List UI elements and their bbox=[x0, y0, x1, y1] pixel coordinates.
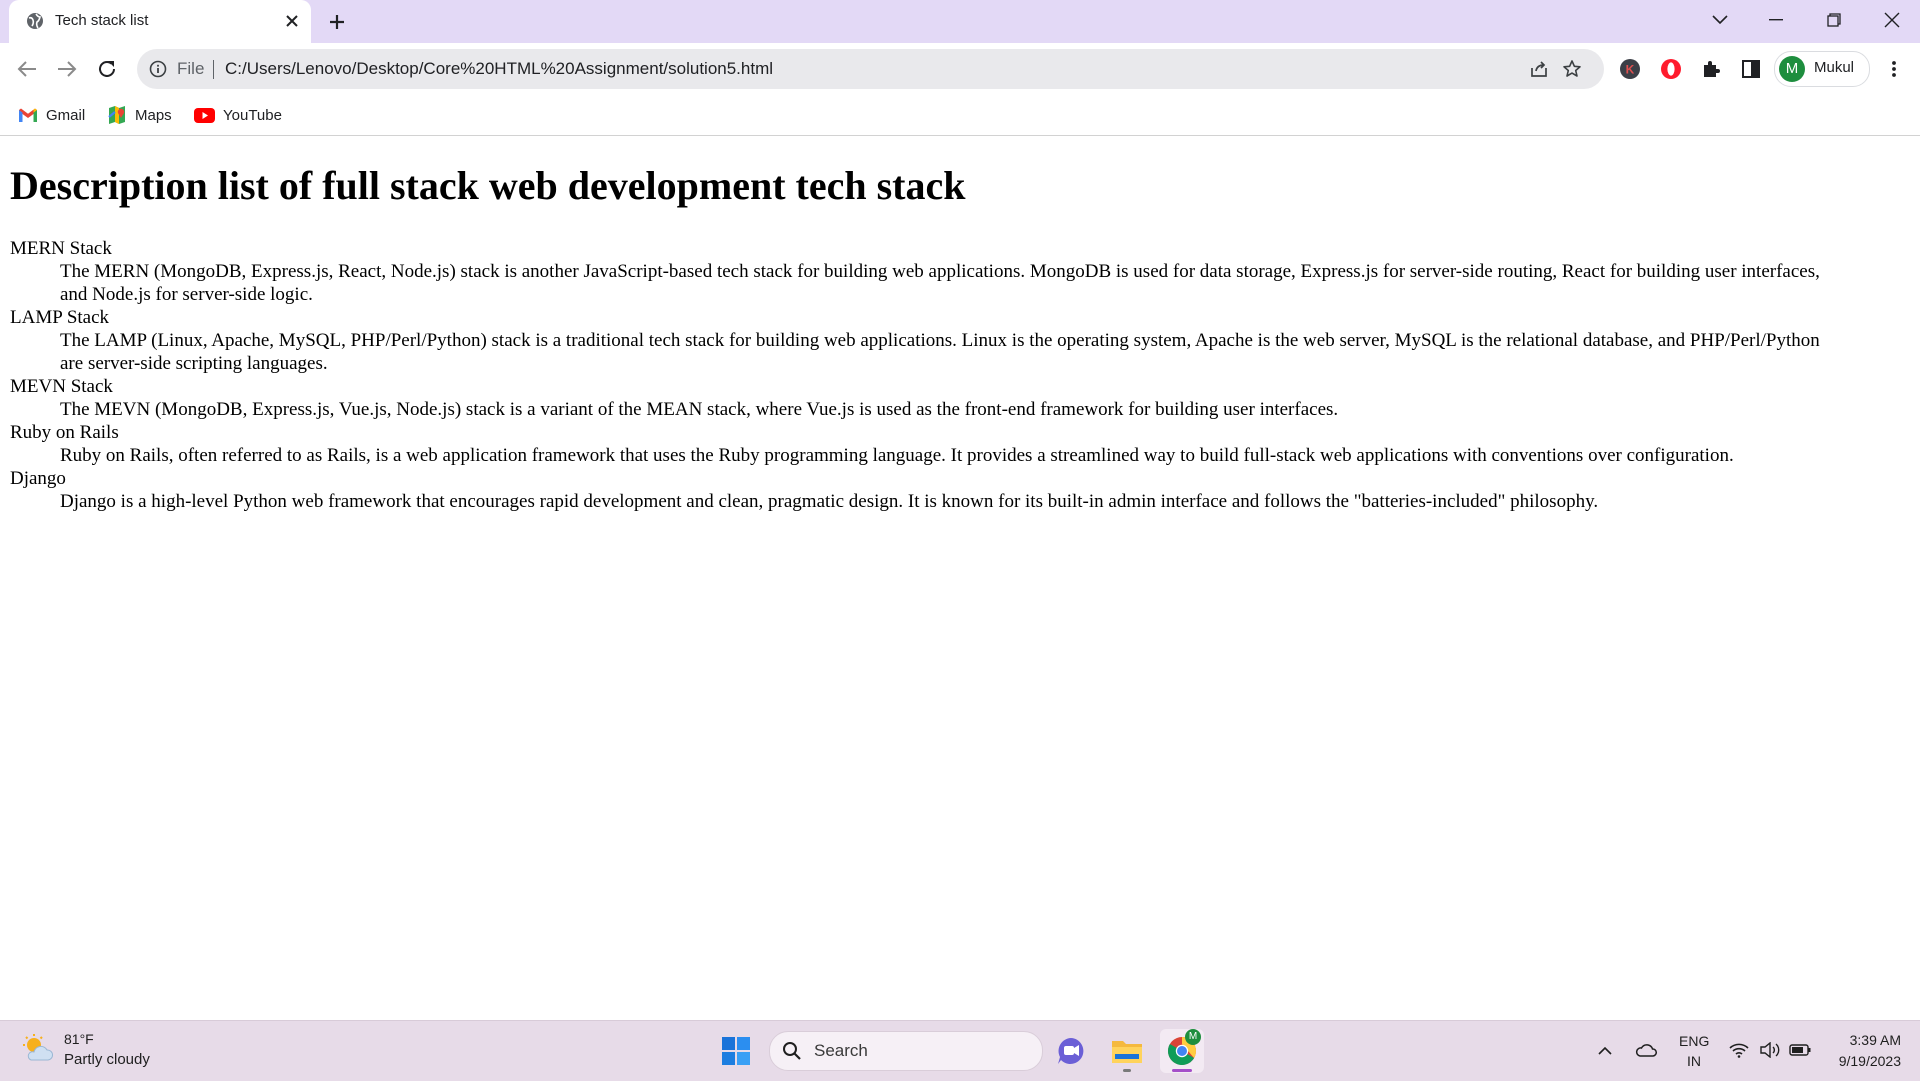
new-tab-plus-icon[interactable] bbox=[323, 9, 351, 35]
folder-icon bbox=[1112, 1041, 1142, 1063]
description-list: MERN Stack The MERN (MongoDB, Express.js… bbox=[10, 237, 1840, 513]
bookmark-label-youtube: YouTube bbox=[223, 106, 282, 124]
tab-strip: Tech stack list bbox=[0, 0, 1920, 43]
description-lamp-stack: The LAMP (Linux, Apache, MySQL, PHP/Perl… bbox=[60, 330, 1820, 374]
bookmark-label-gmail: Gmail bbox=[46, 106, 86, 124]
youtube-icon bbox=[194, 107, 215, 123]
term-lamp-stack: LAMP Stack bbox=[10, 307, 110, 328]
weather-temperature: 81°F bbox=[64, 1031, 94, 1047]
tab-search-chevron-down-icon[interactable] bbox=[1692, 0, 1748, 40]
volume-icon[interactable] bbox=[1759, 1039, 1781, 1061]
active-indicator bbox=[1172, 1069, 1192, 1072]
search-icon bbox=[783, 1042, 801, 1060]
description-mevn-stack: The MEVN (MongoDB, Express.js, Vue.js, N… bbox=[60, 399, 1339, 420]
weather-condition: Partly cloudy bbox=[64, 1051, 150, 1068]
bookmark-gmail[interactable]: Gmail bbox=[18, 102, 85, 128]
globe-icon bbox=[27, 13, 43, 29]
tab-title: Tech stack list bbox=[55, 12, 149, 29]
teams-chat-icon bbox=[1058, 1038, 1084, 1064]
term-mern-stack: MERN Stack bbox=[10, 238, 112, 259]
battery-icon[interactable] bbox=[1789, 1039, 1811, 1061]
opera-extension-icon[interactable] bbox=[1658, 56, 1684, 82]
avatar: M bbox=[1779, 56, 1805, 82]
windows-taskbar: 81°F Partly cloudy Search M ENG IN 3:39 … bbox=[0, 1020, 1920, 1081]
page-heading: Description list of full stack web devel… bbox=[10, 163, 966, 208]
minimize-icon[interactable] bbox=[1748, 0, 1804, 40]
url-text[interactable]: C:/Users/Lenovo/Desktop/Core%20HTML%20As… bbox=[225, 59, 773, 79]
clock-date: 9/19/2023 bbox=[1838, 1053, 1901, 1069]
bookmark-star-icon[interactable] bbox=[1562, 59, 1582, 79]
back-arrow-icon[interactable] bbox=[11, 53, 43, 85]
clock-time: 3:39 AM bbox=[1849, 1032, 1901, 1048]
file-explorer-app[interactable] bbox=[1105, 1029, 1149, 1073]
close-window-icon[interactable] bbox=[1864, 0, 1920, 40]
language-indicator-top[interactable]: ENG bbox=[1679, 1033, 1709, 1049]
k-extension-icon[interactable]: K bbox=[1617, 56, 1643, 82]
description-mern-stack: The MERN (MongoDB, Express.js, React, No… bbox=[60, 261, 1820, 305]
running-indicator bbox=[1123, 1069, 1131, 1072]
info-icon[interactable] bbox=[149, 60, 167, 78]
kebab-menu-icon[interactable] bbox=[1881, 56, 1907, 82]
profile-name: Mukul bbox=[1814, 59, 1855, 76]
browser-toolbar: File C:/Users/Lenovo/Desktop/Core%20HTML… bbox=[0, 43, 1920, 95]
tab-close-icon[interactable] bbox=[282, 11, 302, 31]
description-django: Django is a high-level Python web framew… bbox=[60, 491, 1599, 512]
windows-start-icon[interactable] bbox=[721, 1036, 751, 1066]
reload-icon[interactable] bbox=[91, 53, 123, 85]
side-panel-icon[interactable] bbox=[1738, 56, 1764, 82]
profile-button[interactable]: M Mukul bbox=[1774, 51, 1870, 87]
url-scheme-label: File bbox=[177, 59, 205, 78]
restore-icon[interactable] bbox=[1806, 0, 1862, 40]
description-ruby-on-rails: Ruby on Rails, often referred to as Rail… bbox=[60, 445, 1734, 466]
language-indicator-bottom[interactable]: IN bbox=[1687, 1053, 1701, 1069]
chrome-app[interactable]: M bbox=[1160, 1029, 1204, 1073]
bookmark-maps[interactable]: Maps bbox=[107, 102, 172, 128]
bookmark-label-maps: Maps bbox=[135, 106, 172, 124]
teams-chat-app[interactable] bbox=[1049, 1029, 1093, 1073]
term-django: Django bbox=[10, 468, 66, 489]
term-ruby-on-rails: Ruby on Rails bbox=[10, 422, 119, 443]
chrome-profile-badge: M bbox=[1185, 1029, 1201, 1045]
tab-tech-stack-list[interactable]: Tech stack list bbox=[9, 0, 311, 43]
gmail-icon bbox=[19, 108, 37, 122]
term-mevn-stack: MEVN Stack bbox=[10, 376, 113, 397]
onedrive-cloud-icon[interactable] bbox=[1635, 1039, 1657, 1061]
share-icon[interactable] bbox=[1529, 59, 1549, 79]
url-separator bbox=[213, 60, 214, 79]
bookmarks-bar: Gmail Maps YouTube bbox=[0, 95, 1920, 136]
wifi-icon[interactable] bbox=[1728, 1039, 1750, 1061]
maps-icon bbox=[108, 106, 125, 124]
k-extension-label: K bbox=[1626, 63, 1635, 77]
partly-cloudy-icon bbox=[23, 1034, 54, 1061]
page-content: Description list of full stack web devel… bbox=[0, 136, 1920, 1020]
search-placeholder: Search bbox=[814, 1041, 868, 1060]
show-hidden-icons-chevron-up-icon[interactable] bbox=[1594, 1039, 1616, 1061]
forward-arrow-icon[interactable] bbox=[51, 53, 83, 85]
extensions-puzzle-icon[interactable] bbox=[1698, 56, 1724, 82]
address-bar[interactable]: File C:/Users/Lenovo/Desktop/Core%20HTML… bbox=[137, 49, 1604, 89]
taskbar-search[interactable]: Search bbox=[769, 1031, 1043, 1071]
bookmark-youtube[interactable]: YouTube bbox=[194, 102, 282, 128]
